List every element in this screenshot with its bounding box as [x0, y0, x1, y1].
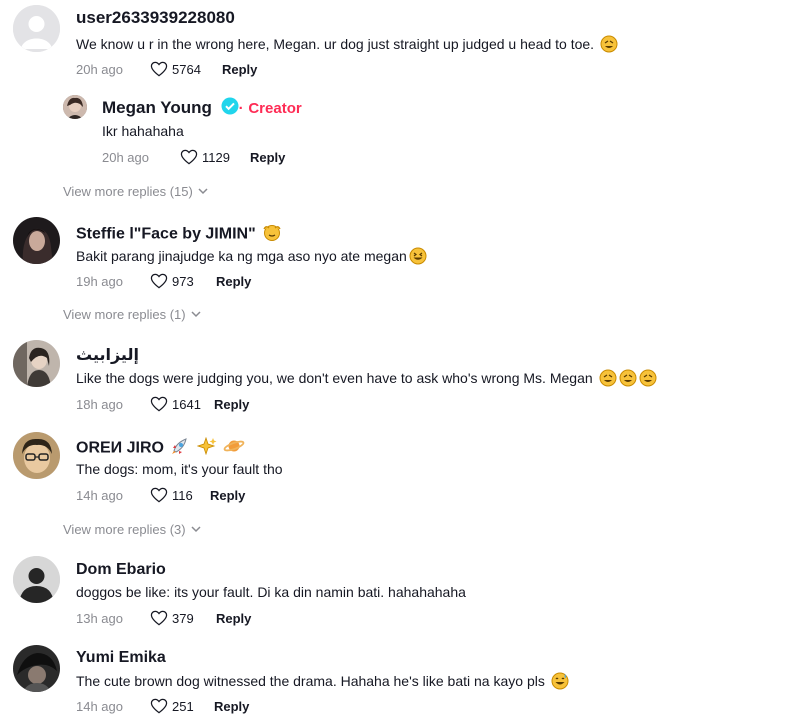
- heart-icon: [150, 487, 168, 503]
- sparkles-emoji-icon: [196, 436, 217, 460]
- view-more-replies[interactable]: View more replies (15): [63, 184, 208, 199]
- comment-username[interactable]: OREИ JIRO: [76, 436, 245, 460]
- comment-meta: 14h ago 251 Reply: [76, 698, 249, 714]
- reply-timestamp: 20h ago: [102, 149, 149, 165]
- chevron-down-icon: [198, 188, 208, 195]
- comment-text: The dogs: mom, it's your fault tho: [76, 461, 283, 477]
- rofl-emoji-icon: [600, 35, 618, 56]
- comment-username[interactable]: Dom Ebario: [76, 561, 166, 579]
- like-count: 251: [172, 698, 194, 714]
- comment-meta: 18h ago 1641 Reply: [76, 396, 249, 412]
- verified-badge-icon: [221, 97, 239, 120]
- like-button[interactable]: 1129: [180, 149, 250, 165]
- comment-text: doggos be like: its your fault. Di ka di…: [76, 584, 466, 600]
- view-more-label: View more replies (3): [63, 522, 186, 537]
- avatar[interactable]: [13, 645, 60, 692]
- chevron-down-icon: [191, 311, 201, 318]
- heart-icon: [180, 149, 198, 165]
- comment-meta: 19h ago 973 Reply: [76, 273, 251, 289]
- heart-icon: [150, 698, 168, 714]
- creator-badge: Creator: [248, 99, 302, 117]
- comment-meta: 14h ago 116 Reply: [76, 487, 245, 503]
- heart-icon: [150, 61, 168, 77]
- reply-text: Ikr hahahaha: [102, 123, 184, 139]
- view-more-replies[interactable]: View more replies (1): [63, 307, 201, 322]
- avatar[interactable]: [13, 432, 60, 479]
- comment-timestamp: 13h ago: [76, 610, 123, 626]
- like-button[interactable]: 5764: [150, 61, 222, 77]
- comment-username-text: Steffie l"Face by JIMIN": [76, 225, 256, 243]
- comment-timestamp: 18h ago: [76, 396, 123, 412]
- view-more-label: View more replies (1): [63, 307, 186, 322]
- like-count: 1129: [202, 149, 230, 165]
- like-count: 5764: [172, 61, 201, 77]
- reply-meta: 20h ago 1129 Reply: [102, 149, 285, 165]
- view-more-replies[interactable]: View more replies (3): [63, 522, 201, 537]
- heart-icon: [150, 610, 168, 626]
- reply-button[interactable]: Reply: [250, 150, 285, 165]
- reply-button[interactable]: Reply: [214, 699, 249, 714]
- avatar[interactable]: [13, 5, 60, 52]
- rofl-emoji-icon: [599, 369, 617, 390]
- comment-text-content: Like the dogs were judging you, we don't…: [76, 370, 593, 387]
- like-button[interactable]: 379: [150, 610, 216, 626]
- like-count: 379: [172, 610, 194, 626]
- heart-icon: [150, 396, 168, 412]
- chevron-down-icon: [191, 526, 201, 533]
- comment-meta: 20h ago 5764 Reply: [76, 61, 257, 77]
- comment-text: Bakit parang jinajudge ka ng mga aso nyo…: [76, 247, 427, 268]
- heart-icon: [150, 273, 168, 289]
- comment-text: Like the dogs were judging you, we don't…: [76, 369, 657, 390]
- comment-timestamp: 14h ago: [76, 487, 123, 503]
- grin-squint-emoji-icon: [409, 247, 427, 268]
- avatar[interactable]: [13, 340, 60, 387]
- like-button[interactable]: 1641: [150, 396, 214, 412]
- rofl-emoji-icon: [619, 369, 637, 390]
- view-more-label: View more replies (15): [63, 184, 193, 199]
- creator-name: Megan Young: [102, 97, 212, 117]
- rocket-emoji-icon: [170, 437, 190, 460]
- comment-text: The cute brown dog witnessed the drama. …: [76, 672, 569, 693]
- reply-button[interactable]: Reply: [222, 62, 257, 77]
- comment-timestamp: 20h ago: [76, 61, 123, 77]
- comment-timestamp: 19h ago: [76, 273, 123, 289]
- comment-username[interactable]: user2633939228080: [76, 8, 235, 28]
- like-count: 1641: [172, 396, 201, 412]
- comment-text-content: We know u r in the wrong here, Megan. ur…: [76, 36, 595, 53]
- like-count: 116: [172, 487, 193, 503]
- avatar[interactable]: [63, 95, 87, 119]
- comment-timestamp: 14h ago: [76, 698, 123, 714]
- like-button[interactable]: 251: [150, 698, 214, 714]
- comment-text: We know u r in the wrong here, Megan. ur…: [76, 35, 618, 56]
- reply-button[interactable]: Reply: [210, 488, 245, 503]
- emoji-icon: [262, 223, 282, 246]
- like-button[interactable]: 973: [150, 273, 216, 289]
- like-count: 973: [172, 273, 194, 289]
- avatar[interactable]: [13, 556, 60, 603]
- reply-button[interactable]: Reply: [216, 611, 251, 626]
- comment-text-content: Bakit parang jinajudge ka ng mga aso nyo…: [76, 248, 407, 265]
- grin-sweat-emoji-icon: [551, 672, 569, 693]
- creator-separator: ·: [238, 99, 244, 117]
- comment-username[interactable]: Yumi Emika: [76, 649, 166, 667]
- comment-text-content: The cute brown dog witnessed the drama. …: [76, 673, 545, 690]
- comment-meta: 13h ago 379 Reply: [76, 610, 251, 626]
- comment-username[interactable]: Steffie l"Face by JIMIN": [76, 223, 282, 246]
- planet-emoji-icon: [223, 437, 245, 460]
- reply-button[interactable]: Reply: [216, 274, 251, 289]
- like-button[interactable]: 116: [150, 487, 210, 503]
- comment-username[interactable]: إليزابيث: [76, 345, 139, 365]
- reply-username[interactable]: Megan Young · Creator: [102, 97, 302, 120]
- rofl-emoji-icon: [639, 369, 657, 390]
- reply-button[interactable]: Reply: [214, 397, 249, 412]
- avatar[interactable]: [13, 217, 60, 264]
- comment-username-text: OREИ JIRO: [76, 439, 164, 457]
